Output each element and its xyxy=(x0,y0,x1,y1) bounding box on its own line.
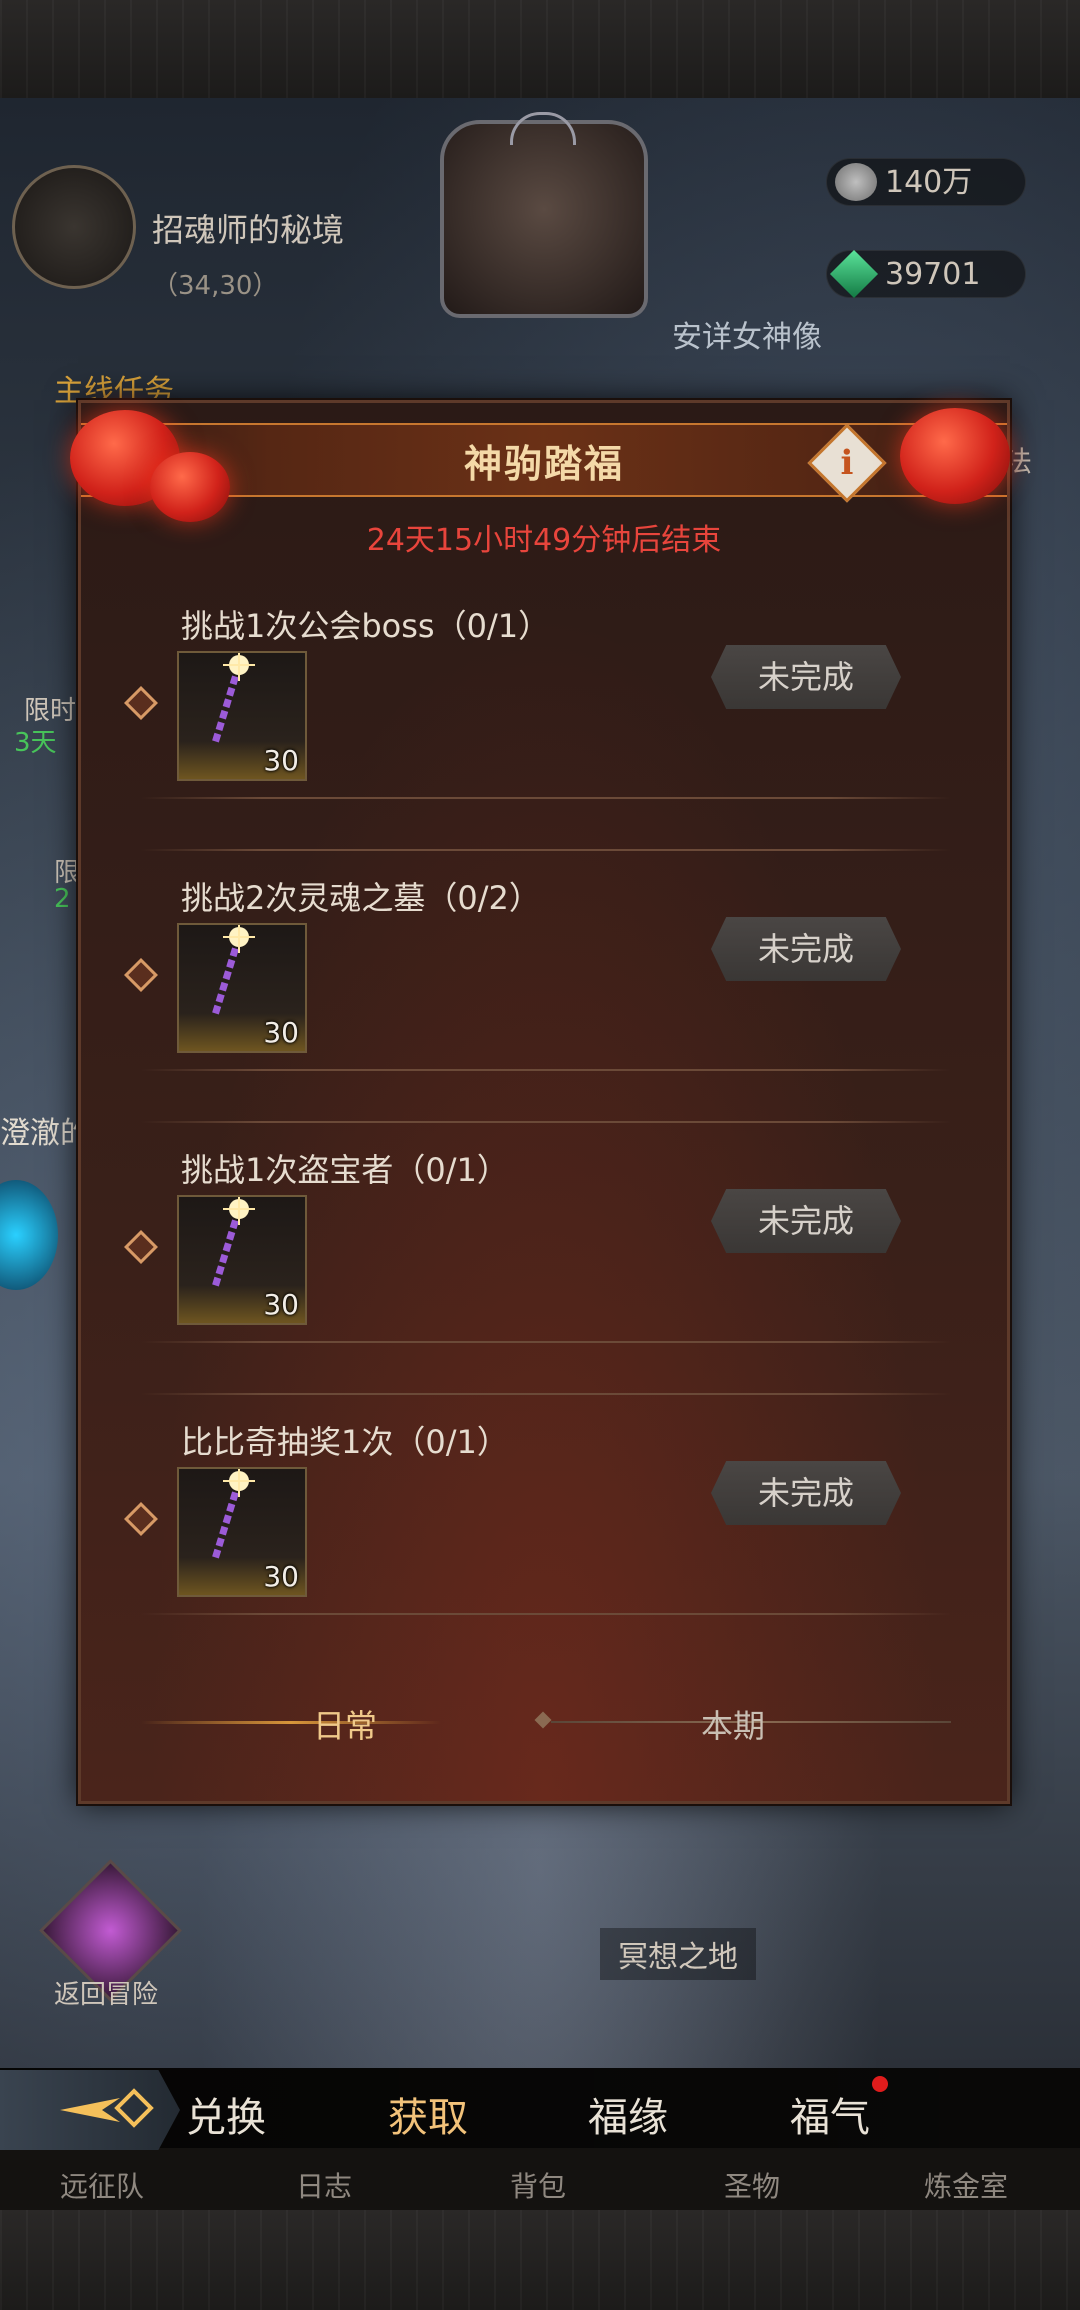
task-title: 挑战1次公会boss（0/1） xyxy=(181,607,551,645)
timer-a-value: 3天 xyxy=(14,728,57,758)
bullet-diamond-icon xyxy=(124,686,158,720)
back-arrow-icon[interactable] xyxy=(0,2070,180,2150)
status-button[interactable]: 未完成 xyxy=(711,1189,901,1253)
item-count: 30 xyxy=(263,1016,299,1049)
daily-tab-underline xyxy=(141,1721,441,1724)
divider xyxy=(141,1613,951,1615)
divider xyxy=(141,797,951,799)
reward-item[interactable]: 30 xyxy=(177,1195,307,1325)
item-count: 30 xyxy=(263,744,299,777)
bullet-diamond-icon xyxy=(124,958,158,992)
nav-alchemy[interactable]: 炼金室 xyxy=(924,2165,1008,2205)
location-name: 招魂师的秘境 xyxy=(152,211,345,249)
lantern-left-small-icon xyxy=(150,452,230,522)
side-label-left: 澄澈的 xyxy=(0,1116,90,1151)
tab-exchange[interactable]: 兑换 xyxy=(186,2085,266,2143)
tab-obtain[interactable]: 获取 xyxy=(388,2085,468,2143)
reward-item[interactable]: 30 xyxy=(177,651,307,781)
silver-amount: 140万 xyxy=(885,165,973,200)
item-count: 30 xyxy=(263,1560,299,1593)
task-title: 比比奇抽奖1次（0/1） xyxy=(181,1423,509,1461)
bullet-diamond-icon xyxy=(124,1502,158,1536)
task-row: 挑战1次盗宝者（0/1） 30 未完成 xyxy=(124,1121,951,1385)
reward-item[interactable]: 30 xyxy=(177,923,307,1053)
tab-period[interactable]: 本期 xyxy=(701,1701,765,1747)
nav-log[interactable]: 日志 xyxy=(296,2165,352,2205)
arrow-icon xyxy=(60,2088,154,2128)
item-count: 30 xyxy=(263,1288,299,1321)
status-button[interactable]: 未完成 xyxy=(711,917,901,981)
top-frame xyxy=(0,0,1080,98)
task-row: 挑战1次公会boss（0/1） 30 未完成 xyxy=(124,601,951,841)
notification-dot xyxy=(872,2076,888,2092)
silver-currency[interactable]: 140万 xyxy=(826,158,1026,206)
location-coordinates: （34,30） xyxy=(152,271,279,301)
nav-expedition[interactable]: 远征队 xyxy=(60,2165,144,2205)
tab-divider-diamond-icon xyxy=(534,1711,552,1729)
task-row: 比比奇抽奖1次（0/1） 30 未完成 xyxy=(124,1393,951,1657)
event-countdown: 24天15小时49分钟后结束 xyxy=(366,523,722,558)
info-icon: i xyxy=(840,443,854,483)
status-button[interactable]: 未完成 xyxy=(711,1461,901,1525)
reward-item[interactable]: 30 xyxy=(177,1467,307,1597)
tab-fortune[interactable]: 福缘 xyxy=(588,2085,668,2143)
bottom-frame xyxy=(0,2210,1080,2310)
nav-relic[interactable]: 圣物 xyxy=(724,2165,780,2205)
tab-daily[interactable]: 日常 xyxy=(313,1701,377,1747)
timer-b-value: 2 xyxy=(54,884,71,914)
divider xyxy=(141,1069,951,1071)
task-row: 挑战2次灵魂之墓（0/2） 30 未完成 xyxy=(124,849,951,1113)
tab-blessing[interactable]: 福气 xyxy=(790,2085,870,2143)
gem-amount: 39701 xyxy=(885,257,981,292)
nav-backpack[interactable]: 背包 xyxy=(510,2165,566,2205)
gem-icon xyxy=(829,249,879,299)
divider xyxy=(141,1341,951,1343)
gem-currency[interactable]: 39701 xyxy=(826,249,1026,299)
location-emblem-icon[interactable] xyxy=(12,165,136,289)
statue-label[interactable]: 安详女神像 xyxy=(672,312,822,356)
status-button[interactable]: 未完成 xyxy=(711,645,901,709)
divider xyxy=(141,1121,951,1123)
task-title: 挑战1次盗宝者（0/1） xyxy=(181,1151,509,1189)
task-title: 挑战2次灵魂之墓（0/2） xyxy=(181,879,541,917)
silver-coin-icon xyxy=(835,163,877,201)
divider xyxy=(141,849,951,851)
return-adventure-label[interactable]: 返回冒险 xyxy=(54,1974,158,2011)
place-label[interactable]: 冥想之地 xyxy=(600,1928,756,1980)
event-modal: 神驹踏福 i 24天15小时49分钟后结束 挑战1次公会boss（0/1） 30… xyxy=(78,400,1010,1804)
player-avatar[interactable] xyxy=(440,120,648,318)
lantern-right-icon xyxy=(900,408,1010,504)
divider xyxy=(141,1393,951,1395)
bullet-diamond-icon xyxy=(124,1230,158,1264)
